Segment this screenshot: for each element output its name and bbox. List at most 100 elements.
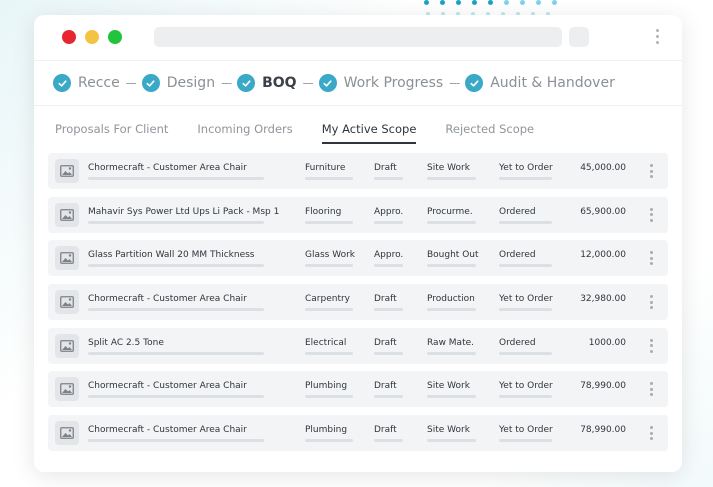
scope-row[interactable]: Glass Partition Wall 20 MM Thickness Gla… [48, 240, 668, 277]
tab-incoming-orders[interactable]: Incoming Orders [197, 122, 292, 144]
item-order-status-bar [499, 264, 552, 268]
tab-proposals-for-client[interactable]: Proposals For Client [55, 122, 168, 144]
item-category: Glass Work [305, 250, 356, 261]
progress-step-work-progress[interactable]: Work Progress [318, 74, 443, 92]
item-name-bar [88, 308, 264, 312]
image-placeholder-icon [55, 421, 79, 446]
divider [34, 105, 682, 106]
item-work-type-bar [427, 264, 476, 268]
item-order-status: Yet to Order [499, 163, 553, 173]
image-placeholder-icon [55, 159, 79, 183]
item-amount: 45,000.00 [580, 163, 626, 173]
item-status-bar [374, 220, 403, 224]
item-work-type: Production [427, 294, 475, 305]
item-category-bar [305, 264, 353, 268]
image-placeholder-icon [55, 377, 79, 402]
item-status: Draft [374, 294, 397, 305]
step-separator: --- [302, 76, 314, 90]
item-order-status: Yet to Order [499, 294, 553, 305]
new-tab-button[interactable] [569, 27, 589, 47]
item-status-bar [374, 177, 403, 180]
decorative-dots [424, 0, 557, 5]
scope-row[interactable]: Mahavir Sys Power Ltd Ups Li Pack - Msp … [48, 196, 668, 233]
app-window: Recce --- Design --- BOQ --- Work Progre… [34, 15, 682, 472]
item-category-bar [305, 177, 353, 180]
kebab-menu-icon[interactable] [650, 426, 653, 441]
item-order-status: Yet to Order [499, 425, 553, 436]
item-work-type-bar [427, 220, 476, 224]
item-status: Draft [374, 163, 397, 173]
item-name-bar [88, 264, 264, 268]
item-work-type: Procurme. [427, 206, 473, 217]
kebab-menu-icon[interactable] [650, 338, 653, 353]
scope-list: Chormecraft - Customer Area Chair Furnit… [48, 153, 668, 459]
item-work-type-bar [427, 439, 476, 443]
scope-row[interactable]: Split AC 2.5 Tone Electrical Draft Raw M… [48, 327, 668, 364]
item-work-type-bar [427, 395, 476, 399]
scope-row[interactable]: Chormecraft - Customer Area Chair Carpen… [48, 284, 668, 321]
kebab-menu-icon[interactable] [650, 251, 653, 266]
item-work-type: Site Work [427, 381, 470, 392]
item-name-bar [88, 395, 264, 399]
step-separator: --- [125, 76, 137, 90]
image-placeholder-icon [55, 290, 79, 315]
maximize-window-button[interactable] [108, 30, 122, 44]
item-name: Chormecraft - Customer Area Chair [88, 425, 247, 436]
progress-step-recce[interactable]: Recce [53, 74, 120, 92]
item-work-type: Raw Mate. [427, 337, 474, 348]
progress-step-label: Recce [78, 75, 120, 91]
progress-steps: Recce --- Design --- BOQ --- Work Progre… [53, 71, 615, 95]
item-work-type-bar [427, 351, 476, 355]
tab-rejected-scope[interactable]: Rejected Scope [445, 122, 534, 144]
kebab-menu-icon[interactable] [650, 295, 653, 310]
window-menu-icon[interactable] [656, 29, 659, 44]
kebab-menu-icon[interactable] [650, 164, 653, 178]
scope-row[interactable]: Chormecraft - Customer Area Chair Plumbi… [48, 415, 668, 452]
item-status: Draft [374, 337, 397, 348]
address-bar[interactable] [154, 27, 562, 47]
item-amount: 32,980.00 [580, 294, 626, 305]
item-status-bar [374, 264, 403, 268]
item-name: Split AC 2.5 Tone [88, 337, 164, 348]
item-work-type: Bought Out [427, 250, 479, 261]
item-amount: 65,900.00 [580, 206, 626, 217]
progress-step-audit-handover[interactable]: Audit & Handover [465, 74, 615, 92]
item-category-bar [305, 395, 353, 399]
window-titlebar [34, 15, 682, 61]
scope-row[interactable]: Chormecraft - Customer Area Chair Furnit… [48, 153, 668, 189]
check-circle-icon [465, 74, 484, 92]
item-category: Plumbing [305, 425, 348, 436]
item-category-bar [305, 308, 353, 312]
check-circle-icon [318, 74, 337, 92]
item-name-bar [88, 351, 264, 355]
scope-tabs: Proposals For Client Incoming Orders My Ac… [55, 122, 563, 144]
check-circle-icon [141, 74, 160, 92]
item-name-bar [88, 220, 264, 224]
image-placeholder-icon [55, 202, 79, 227]
check-circle-icon [53, 74, 71, 92]
item-category: Electrical [305, 337, 347, 348]
item-order-status-bar [499, 308, 552, 312]
image-placeholder-icon [55, 333, 79, 358]
item-order-status: Yet to Order [499, 381, 553, 392]
kebab-menu-icon[interactable] [650, 207, 653, 222]
item-work-type-bar [427, 177, 476, 180]
item-category-bar [305, 439, 353, 443]
item-order-status-bar [499, 220, 552, 224]
item-name: Chormecraft - Customer Area Chair [88, 294, 247, 305]
progress-step-label: Design [166, 75, 216, 91]
kebab-menu-icon[interactable] [650, 382, 653, 397]
item-order-status: Ordered [499, 337, 536, 348]
progress-step-boq[interactable]: BOQ [237, 74, 297, 92]
image-placeholder-icon [55, 246, 79, 271]
item-status: Draft [374, 425, 397, 436]
item-category-bar [305, 351, 353, 355]
minimize-window-button[interactable] [85, 30, 99, 44]
item-name: Mahavir Sys Power Ltd Ups Li Pack - Msp … [88, 206, 280, 217]
tab-my-active-scope[interactable]: My Active Scope [321, 122, 417, 144]
close-window-button[interactable] [62, 30, 76, 44]
item-status: Appro. [374, 206, 404, 217]
scope-row[interactable]: Chormecraft - Customer Area Chair Plumbi… [48, 371, 668, 408]
progress-step-design[interactable]: Design [141, 74, 216, 92]
item-order-status-bar [499, 395, 552, 399]
